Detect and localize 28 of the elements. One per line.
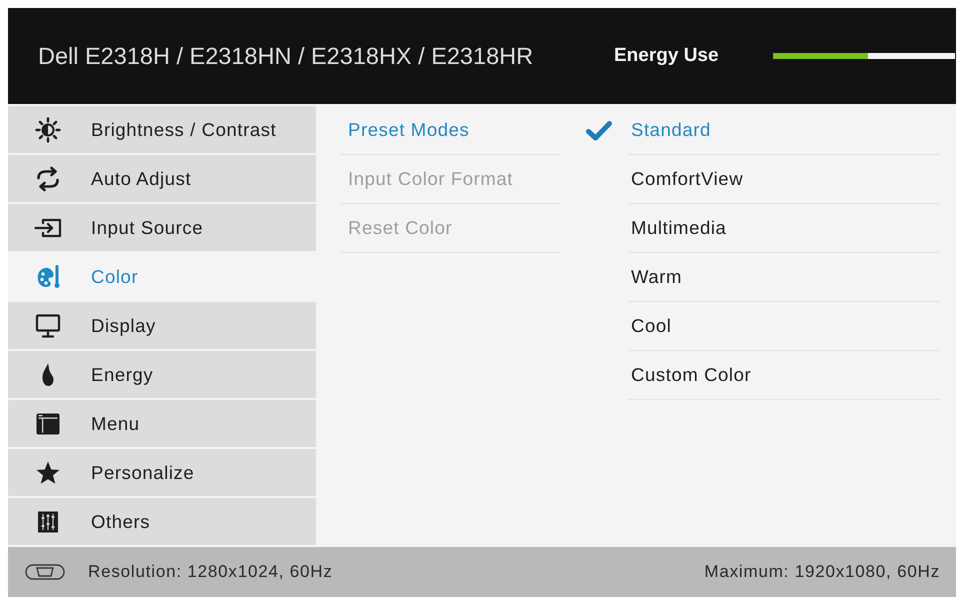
sidebar-menu-item[interactable]: Brightness / Contrast: [8, 106, 316, 153]
sidebar-menu-item[interactable]: Display: [8, 302, 316, 349]
star-icon: [35, 460, 61, 486]
preset-mode-option[interactable]: Cool: [580, 302, 940, 351]
sidebar-menu-item[interactable]: Auto Adjust: [8, 155, 316, 202]
preset-mode-option[interactable]: Standard: [580, 106, 940, 155]
sidebar-menu-item[interactable]: Input Source: [8, 204, 316, 251]
checkmark-icon: [585, 120, 613, 142]
energy-use-label: Energy Use: [614, 45, 720, 67]
preset-mode-option[interactable]: Custom Color: [580, 351, 940, 400]
brightness-icon: [35, 116, 61, 142]
preset-mode-option[interactable]: Multimedia: [580, 204, 940, 253]
video-connector-icon: [25, 563, 65, 581]
monitor-icon: [35, 312, 61, 338]
window-icon: [35, 410, 61, 436]
sliders-icon: [35, 508, 61, 534]
monitor-model-title: Dell E2318H / E2318HN / E2318HX / E2318HR: [38, 42, 534, 70]
preset-mode-option[interactable]: ComfortView: [580, 155, 940, 204]
current-resolution-text: Resolution: 1280x1024, 60Hz: [88, 562, 334, 582]
submenu-item[interactable]: Preset Modes: [340, 106, 560, 155]
maximum-resolution-text: Maximum: 1920x1080, 60Hz: [704, 562, 940, 582]
palette-dropper-icon: [35, 264, 61, 290]
arrows-cycle-icon: [35, 166, 61, 192]
sidebar-menu-item[interactable]: Energy: [8, 351, 316, 398]
sidebar-menu-item[interactable]: Others: [8, 498, 316, 545]
preset-mode-option[interactable]: Warm: [580, 253, 940, 302]
sidebar-menu-item[interactable]: Menu: [8, 400, 316, 447]
sidebar-menu-item[interactable]: Personalize: [8, 449, 316, 496]
